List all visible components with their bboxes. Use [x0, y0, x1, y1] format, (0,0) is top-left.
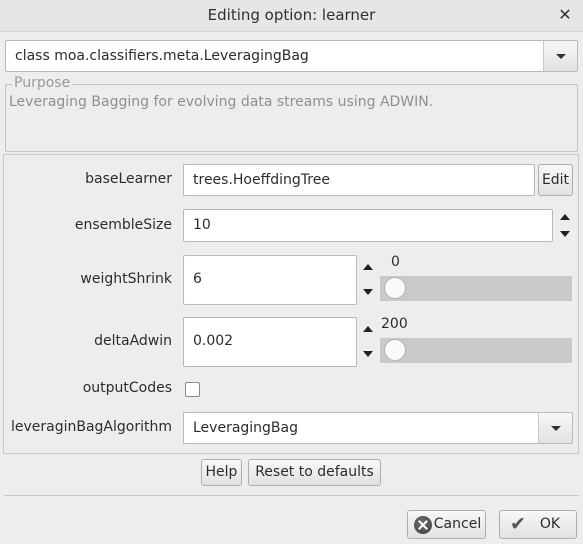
cancel-button[interactable]: Cancel [407, 510, 486, 539]
reset-to-defaults-button[interactable]: Reset to defaults [248, 459, 381, 486]
purpose-box: Purpose Leveraging Bagging for evolving … [5, 75, 578, 152]
delta-adwin-input[interactable]: 0.002 [183, 317, 357, 367]
options-panel-bottom-divider [4, 453, 579, 454]
slider-handle[interactable] [384, 277, 406, 299]
purpose-title: Purpose [12, 75, 73, 91]
chevron-down-icon [555, 54, 566, 59]
delta-adwin-slider[interactable] [380, 338, 572, 363]
ok-button-label: OK [539, 516, 561, 532]
options-panel-left-border [3, 154, 4, 454]
output-codes-label: outputCodes [82, 380, 172, 396]
spinner-up-icon[interactable] [363, 264, 373, 270]
spinner-down-icon[interactable] [560, 231, 570, 237]
weight-shrink-label: weightShrink [80, 271, 172, 287]
class-selector[interactable]: class moa.classifiers.meta.LeveragingBag [5, 40, 578, 72]
weight-shrink-input[interactable]: 6 [183, 255, 357, 305]
slider-handle[interactable] [384, 339, 406, 361]
base-learner-label: baseLearner [85, 171, 172, 187]
delta-adwin-slider-value: 200 [381, 316, 408, 332]
leveragin-bag-algorithm-dropdown-button[interactable] [538, 413, 572, 443]
spinner-down-icon[interactable] [363, 289, 373, 295]
ensemble-size-input[interactable]: 10 [183, 209, 553, 242]
weight-shrink-slider-value: 0 [391, 254, 400, 270]
cancel-button-label: Cancel [433, 516, 482, 532]
ensemble-size-label: ensembleSize [74, 217, 172, 233]
checkmark-icon: ✔ [510, 513, 526, 535]
output-codes-checkbox[interactable] [185, 382, 200, 397]
spinner-down-icon[interactable] [363, 351, 373, 357]
delta-adwin-spinner[interactable] [359, 317, 377, 367]
spinner-up-icon[interactable] [363, 326, 373, 332]
leveragin-bag-algorithm-value: LeveragingBag [193, 420, 299, 436]
base-learner-field[interactable]: trees.HoeffdingTree [183, 164, 535, 196]
options-panel-right-border [578, 154, 579, 454]
edit-base-learner-button[interactable]: Edit [538, 164, 573, 196]
spinner-up-icon[interactable] [560, 214, 570, 220]
purpose-text: Leveraging Bagging for evolving data str… [9, 94, 434, 110]
leveragin-bag-algorithm-select[interactable]: LeveragingBag [183, 412, 573, 444]
base-learner-value: trees.HoeffdingTree [193, 172, 330, 188]
window-titlebar: Editing option: learner ✕ [0, 0, 583, 32]
window-title: Editing option: learner [207, 6, 376, 24]
footer-divider [4, 495, 579, 496]
delta-adwin-value: 0.002 [193, 333, 234, 349]
close-icon[interactable]: ✕ [555, 0, 575, 31]
options-panel-top-divider [4, 154, 579, 155]
weight-shrink-spinner[interactable] [359, 255, 377, 305]
help-button[interactable]: Help [201, 459, 242, 486]
ensemble-size-spinner[interactable] [556, 209, 574, 242]
class-selector-dropdown-button[interactable] [543, 41, 577, 71]
delta-adwin-label: deltaAdwin [94, 333, 172, 349]
ensemble-size-value: 10 [193, 217, 211, 233]
cancel-icon [414, 516, 432, 534]
weight-shrink-value: 6 [193, 271, 202, 287]
leveragin-bag-algorithm-label: leveraginBagAlgorithm [10, 419, 172, 435]
weight-shrink-slider[interactable] [380, 276, 572, 301]
class-selector-value: class moa.classifiers.meta.LeveragingBag [15, 48, 309, 64]
chevron-down-icon [550, 426, 561, 431]
ok-button[interactable]: ✔ OK [499, 510, 577, 539]
